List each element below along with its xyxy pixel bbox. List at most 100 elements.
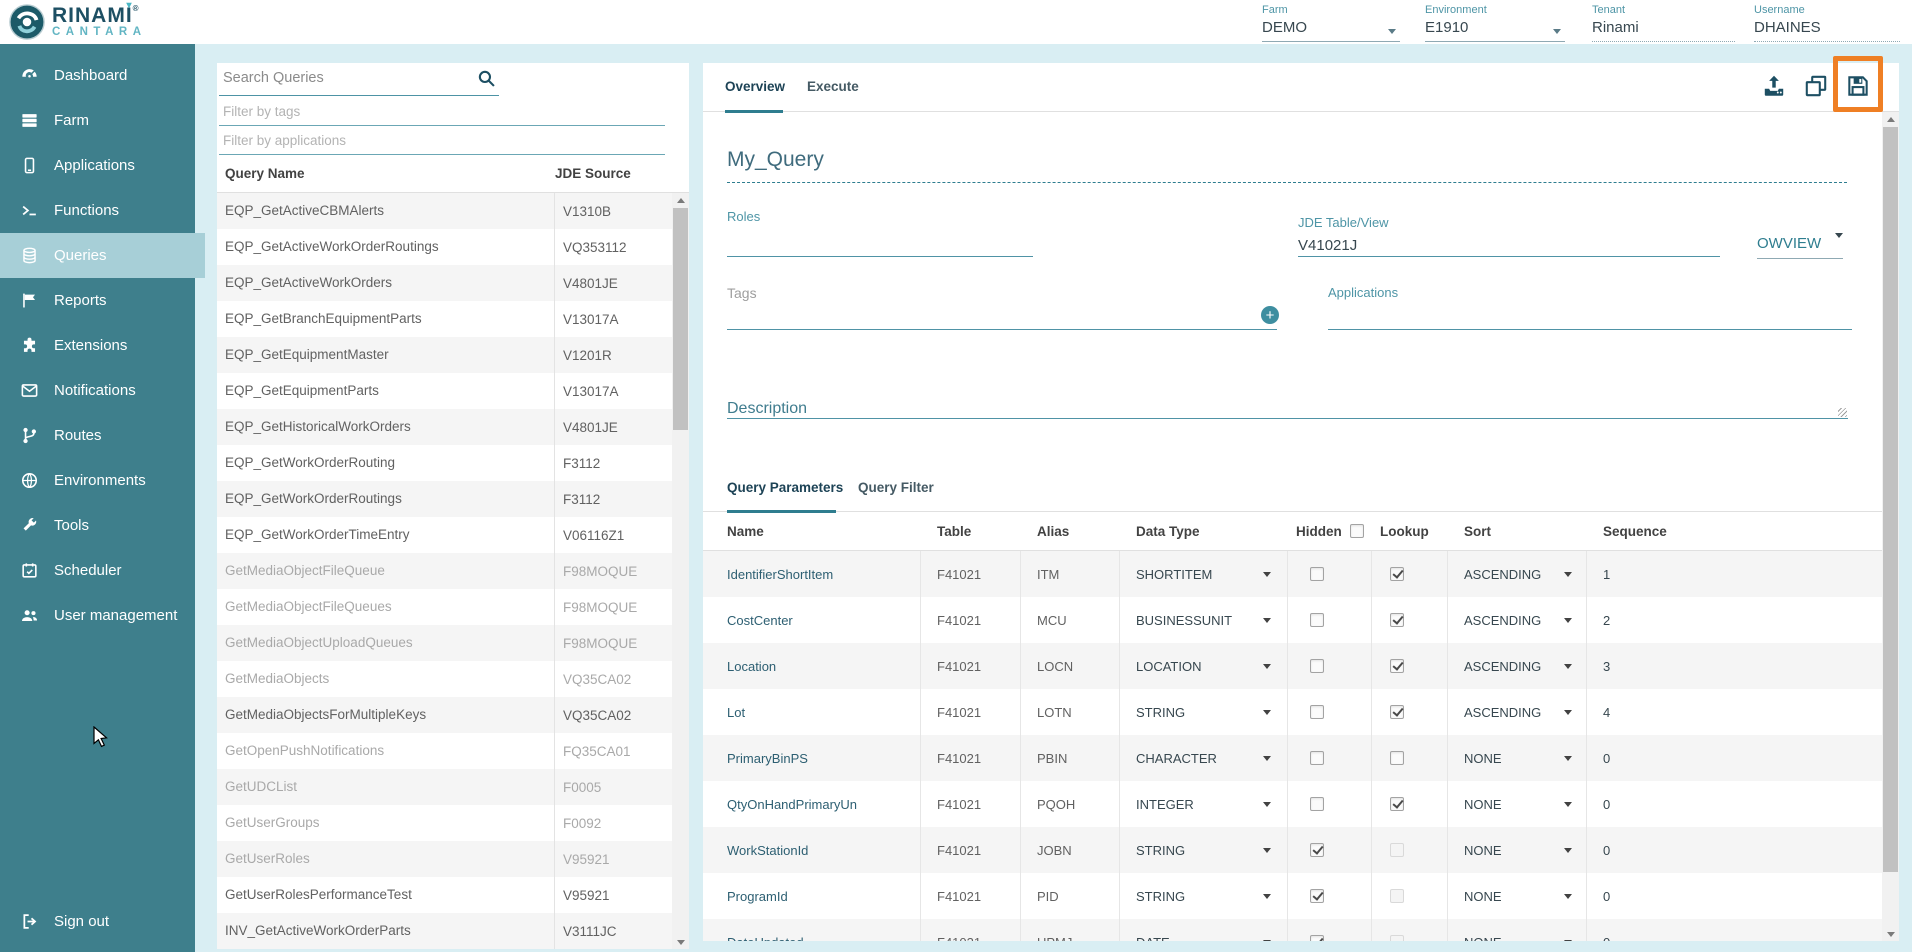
scrollbar-thumb[interactable] (1883, 127, 1898, 872)
tab-overview[interactable]: Overview (725, 79, 785, 94)
filter-by-tags-input[interactable] (219, 97, 665, 126)
sort-select[interactable]: NONE (1464, 889, 1576, 904)
query-list-row[interactable]: EQP_GetWorkOrderTimeEntry V06116Z1 (217, 517, 672, 553)
hidden-all-checkbox[interactable] (1350, 524, 1364, 538)
tenant-field[interactable]: Tenant Rinami (1592, 4, 1735, 42)
sidebar-item-extensions[interactable]: Extensions (0, 323, 195, 368)
hidden-checkbox[interactable] (1310, 751, 1324, 765)
query-list-row[interactable]: EQP_GetEquipmentMaster V1201R (217, 337, 672, 373)
lookup-checkbox[interactable] (1390, 567, 1404, 581)
sidebar-item-notifications[interactable]: Notifications (0, 368, 195, 413)
sort-select[interactable]: NONE (1464, 843, 1576, 858)
scrollbar-thumb[interactable] (673, 208, 688, 430)
lookup-checkbox[interactable] (1390, 843, 1404, 857)
sidebar-item-environments[interactable]: Environments (0, 458, 195, 503)
lookup-checkbox[interactable] (1390, 935, 1404, 941)
query-list-row[interactable]: EQP_GetActiveWorkOrders V4801JE (217, 265, 672, 301)
tags-field[interactable]: Tags + (727, 285, 1277, 330)
hidden-checkbox[interactable] (1310, 613, 1324, 627)
lookup-checkbox[interactable] (1390, 705, 1404, 719)
sort-select[interactable]: ASCENDING (1464, 567, 1576, 582)
parameter-row[interactable]: QtyOnHandPrimaryUn F41021 PQOH INTEGER N… (703, 781, 1882, 827)
data-type-select[interactable]: DATE (1136, 935, 1275, 942)
query-list-row[interactable]: GetMediaObjectsForMultipleKeys VQ35CA02 (217, 697, 672, 733)
query-list-row[interactable]: GetUDCList F0005 (217, 769, 672, 805)
sidebar-item-scheduler[interactable]: Scheduler (0, 548, 195, 593)
farm-select[interactable]: Farm DEMO (1262, 4, 1400, 42)
sort-select[interactable]: ASCENDING (1464, 659, 1576, 674)
query-list-row[interactable]: GetMediaObjectFileQueue F98MOQUE (217, 553, 672, 589)
applications-field[interactable]: Applications (1328, 284, 1852, 330)
jde-source-column-header[interactable]: JDE Source (555, 166, 689, 181)
query-list-row[interactable]: EQP_GetActiveWorkOrderRoutings VQ353112 (217, 229, 672, 265)
parameter-row[interactable]: CostCenter F41021 MCU BUSINESSUNIT ASCEN… (703, 597, 1882, 643)
tab-query-parameters[interactable]: Query Parameters (727, 480, 843, 495)
scroll-down-icon[interactable] (1882, 927, 1899, 941)
hidden-checkbox[interactable] (1310, 889, 1324, 903)
lookup-checkbox[interactable] (1390, 659, 1404, 673)
sidebar-item-reports[interactable]: Reports (0, 278, 195, 323)
jde-table-view-field[interactable]: JDE Table/View V41021J (1298, 214, 1720, 257)
sidebar-item-routes[interactable]: Routes (0, 413, 195, 458)
sidebar-item-functions[interactable]: Functions (0, 188, 195, 233)
copy-icon[interactable] (1803, 73, 1829, 99)
sidebar-item-user-management[interactable]: User management (0, 593, 195, 638)
detail-scrollbar[interactable] (1882, 112, 1899, 941)
query-list-row[interactable]: GetUserRolesPerformanceTest V95921 (217, 877, 672, 913)
hidden-checkbox[interactable] (1310, 567, 1324, 581)
query-list-row[interactable]: EQP_GetWorkOrderRouting F3112 (217, 445, 672, 481)
hidden-checkbox[interactable] (1310, 843, 1324, 857)
query-list-row[interactable]: GetOpenPushNotifications FQ35CA01 (217, 733, 672, 769)
hidden-checkbox[interactable] (1310, 797, 1324, 811)
query-list-row[interactable]: GetMediaObjects VQ35CA02 (217, 661, 672, 697)
sort-select[interactable]: NONE (1464, 797, 1576, 812)
sort-select[interactable]: NONE (1464, 935, 1576, 942)
data-type-select[interactable]: STRING (1136, 705, 1275, 720)
roles-field[interactable]: Roles (727, 208, 1033, 257)
query-list-scrollbar[interactable] (672, 193, 689, 949)
query-name-column-header[interactable]: Query Name (217, 166, 555, 181)
sidebar-item-sign-out[interactable]: Sign out (0, 899, 195, 944)
query-list-row[interactable]: EQP_GetEquipmentParts V13017A (217, 373, 672, 409)
sidebar-item-dashboard[interactable]: Dashboard (0, 53, 195, 98)
sort-select[interactable]: ASCENDING (1464, 705, 1576, 720)
sort-select[interactable]: NONE (1464, 751, 1576, 766)
sidebar-item-tools[interactable]: Tools (0, 503, 195, 548)
parameter-row[interactable]: ProgramId F41021 PID STRING NONE 0 (703, 873, 1882, 919)
query-list-row[interactable]: EQP_GetActiveCBMAlerts V1310B (217, 193, 672, 229)
sidebar-item-queries[interactable]: Queries (0, 233, 205, 278)
add-tag-icon[interactable]: + (1261, 306, 1279, 324)
environment-select[interactable]: Environment E1910 (1425, 4, 1565, 42)
filter-by-applications-input[interactable] (219, 126, 665, 155)
data-type-select[interactable]: STRING (1136, 843, 1275, 858)
data-type-select[interactable]: BUSINESSUNIT (1136, 613, 1275, 628)
data-type-select[interactable]: SHORTITEM (1136, 567, 1275, 582)
query-list-row[interactable]: GetMediaObjectFileQueues F98MOQUE (217, 589, 672, 625)
hidden-checkbox[interactable] (1310, 705, 1324, 719)
query-list-row[interactable]: GetUserRoles V95921 (217, 841, 672, 877)
scroll-up-icon[interactable] (672, 193, 689, 207)
parameter-row[interactable]: Lot F41021 LOTN STRING ASCENDING 4 (703, 689, 1882, 735)
tab-execute[interactable]: Execute (807, 79, 859, 94)
data-type-select[interactable]: STRING (1136, 889, 1275, 904)
upload-icon[interactable] (1761, 73, 1787, 99)
parameter-row[interactable]: IdentifierShortItem F41021 ITM SHORTITEM… (703, 551, 1882, 597)
sidebar-item-farm[interactable]: Farm (0, 98, 195, 143)
resize-handle[interactable] (1838, 408, 1847, 417)
sort-select[interactable]: ASCENDING (1464, 613, 1576, 628)
sidebar-item-applications[interactable]: Applications (0, 143, 195, 188)
search-icon[interactable] (476, 68, 497, 89)
lookup-checkbox[interactable] (1390, 751, 1404, 765)
data-type-select[interactable]: INTEGER (1136, 797, 1275, 812)
lookup-checkbox[interactable] (1390, 797, 1404, 811)
query-list-row[interactable]: EQP_GetHistoricalWorkOrders V4801JE (217, 409, 672, 445)
data-type-select[interactable]: LOCATION (1136, 659, 1275, 674)
query-list-row[interactable]: INV_GetActiveWorkOrderParts V3111JC (217, 913, 672, 949)
parameter-row[interactable]: PrimaryBinPS F41021 PBIN CHARACTER NONE … (703, 735, 1882, 781)
hidden-checkbox[interactable] (1310, 659, 1324, 673)
scroll-down-icon[interactable] (672, 935, 689, 949)
query-list-row[interactable]: GetMediaObjectUploadQueues F98MOQUE (217, 625, 672, 661)
parameter-row[interactable]: WorkStationId F41021 JOBN STRING NONE 0 (703, 827, 1882, 873)
query-list-row[interactable]: GetUserGroups F0092 (217, 805, 672, 841)
lookup-checkbox[interactable] (1390, 889, 1404, 903)
